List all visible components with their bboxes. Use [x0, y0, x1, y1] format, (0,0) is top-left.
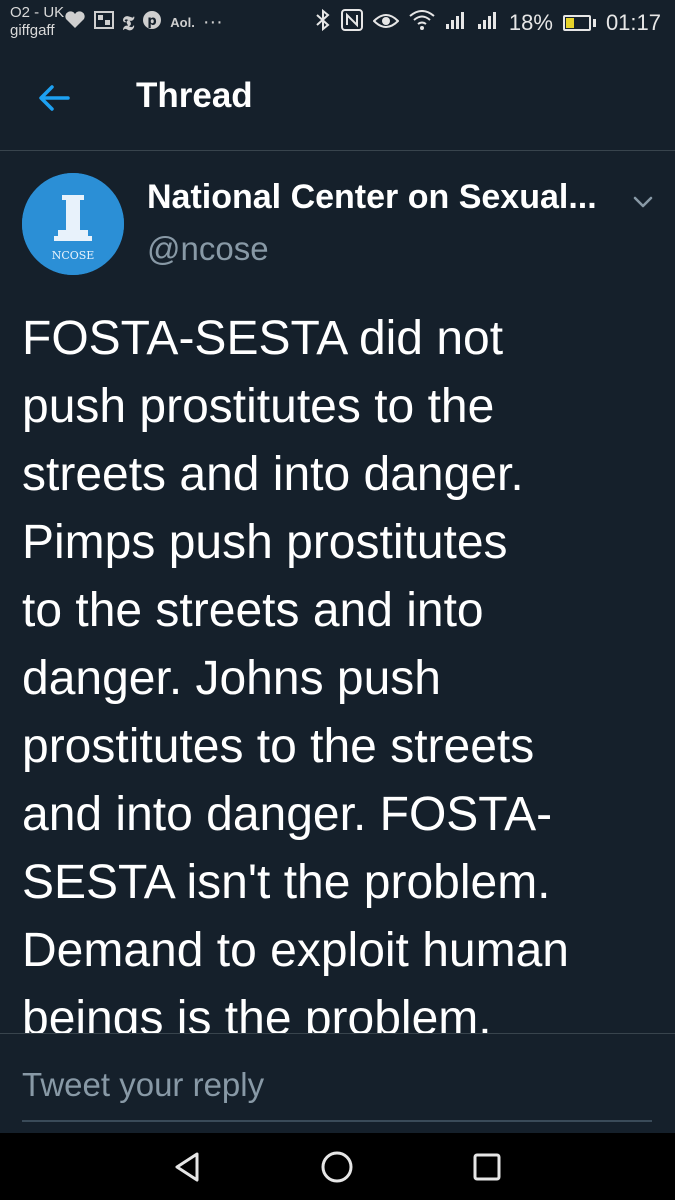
battery-percent: 18% [508, 10, 553, 35]
nav-home-button[interactable] [317, 1147, 357, 1187]
page-title: Thread [136, 76, 253, 115]
avatar[interactable]: NCOSE [22, 173, 124, 275]
eye-icon [372, 10, 400, 36]
system-nav-bar [0, 1133, 675, 1200]
signal-icon-2 [477, 10, 499, 36]
thread-header: Thread [0, 48, 675, 151]
ncose-logo: NCOSE [22, 173, 124, 275]
aol-label: Aol. [170, 15, 195, 30]
reply-bar [0, 1033, 675, 1134]
svg-text:NCOSE: NCOSE [52, 249, 95, 262]
clock: 01:17 [605, 10, 661, 35]
system-icons: 18% 01:17 [315, 8, 661, 38]
wifi-icon [409, 10, 435, 36]
arrow-left-icon [39, 85, 70, 111]
nyt-icon: 𝕿 [122, 10, 135, 35]
author-handle[interactable]: @ncose [147, 230, 269, 268]
nfc-icon [340, 9, 363, 37]
square-recents-icon [473, 1153, 501, 1181]
bluetooth-icon [315, 8, 331, 38]
circle-home-icon [321, 1151, 353, 1183]
carrier-info: O2 - UK giffgaff [10, 4, 64, 40]
nav-recents-button[interactable] [467, 1147, 507, 1187]
reply-input[interactable] [22, 1050, 652, 1122]
battery-icon [562, 15, 596, 31]
author-name[interactable]: National Center on Sexual... [147, 178, 617, 217]
back-button[interactable] [34, 78, 74, 118]
carrier-sub: giffgaff [10, 22, 55, 39]
heart-icon [64, 11, 86, 34]
photos-icon [94, 11, 114, 34]
tweet-text: FOSTA-SESTA did not push prostitutes to … [22, 312, 569, 1035]
nav-back-button[interactable] [167, 1147, 207, 1187]
svg-text:p: p [148, 14, 157, 29]
more-icon: ··· [202, 11, 223, 33]
tweet-options-button[interactable] [628, 190, 658, 214]
triangle-back-icon [175, 1152, 199, 1182]
pinterest-icon: p [142, 10, 162, 35]
chevron-down-icon [633, 196, 653, 208]
status-bar: O2 - UK giffgaff 𝕿 p Aol. ··· 18% 01:17 [0, 0, 675, 48]
signal-icon-1 [445, 10, 467, 36]
carrier-name: O2 - UK [10, 4, 65, 21]
notification-icons: 𝕿 p Aol. ··· [64, 10, 223, 35]
